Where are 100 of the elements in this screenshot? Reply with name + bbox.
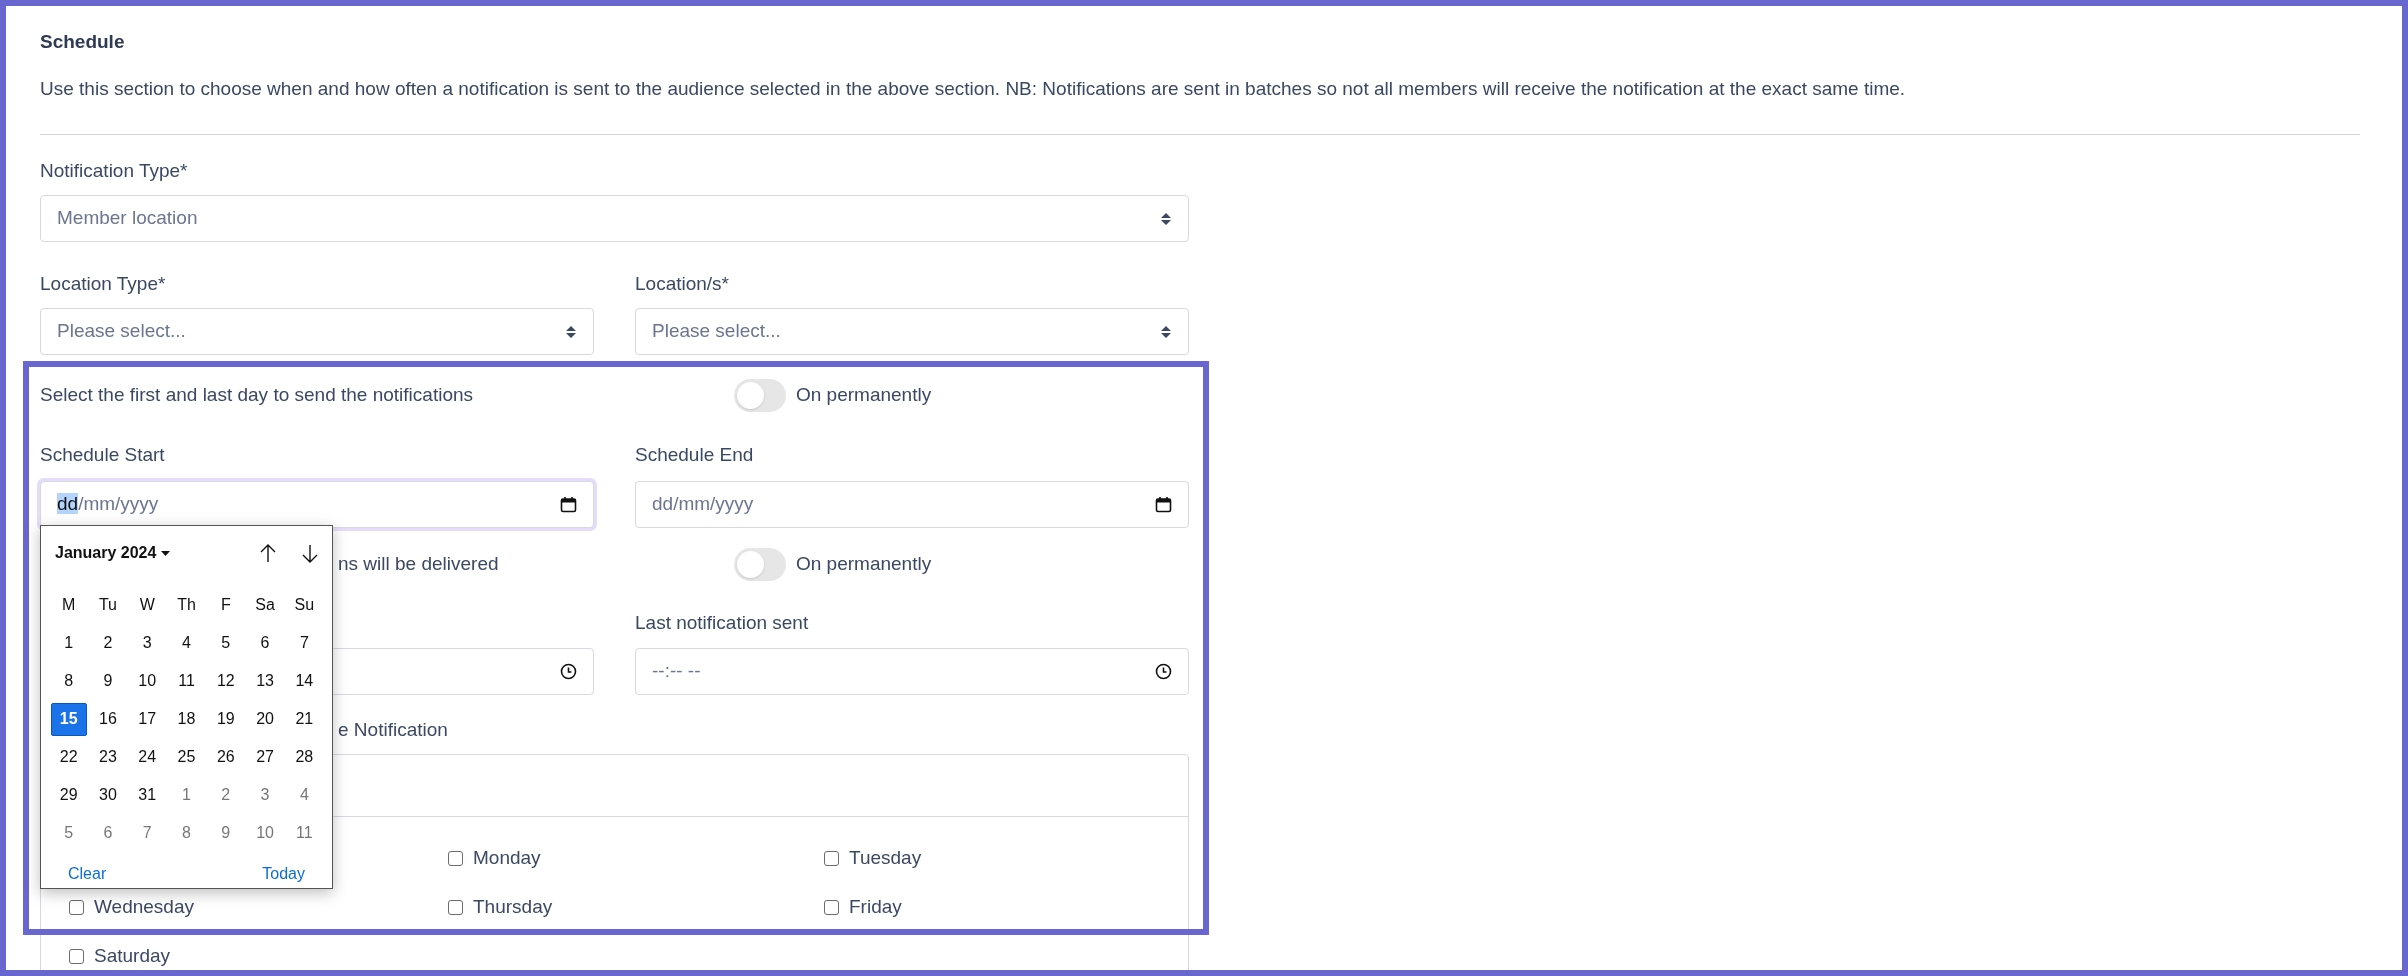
checkbox-label: Wednesday [94,894,194,919]
weekday-header: W [138,595,156,615]
field-label: Schedule End [635,443,755,467]
calendar-day[interactable]: 7 [129,816,166,850]
calendar-day[interactable]: 30 [89,778,126,812]
calendar-day[interactable]: 16 [89,702,126,736]
clock-icon[interactable] [560,663,577,680]
calendar-day[interactable]: 8 [50,664,87,698]
calendar-day[interactable]: 26 [207,740,244,774]
field-label: Location Type* [40,272,167,296]
weekday-header: Sa [254,595,276,615]
section-title: Schedule [40,30,126,54]
calendar-day[interactable]: 13 [247,664,284,698]
calendar-day[interactable]: 4 [286,778,323,812]
calendar-day[interactable]: 3 [247,778,284,812]
calendar-day[interactable]: 10 [247,816,284,850]
sort-arrows-icon [1160,323,1172,340]
calendar-day[interactable]: 1 [168,778,205,812]
toggle-switch[interactable] [734,378,786,412]
calendar-day[interactable]: 1 [50,626,87,660]
checkbox[interactable] [69,948,84,964]
toggle-label: On permanently [796,551,932,576]
calendar-day[interactable]: 27 [247,740,284,774]
calendar-day[interactable]: 7 [286,626,323,660]
calendar-day[interactable]: 28 [286,740,323,774]
field-label: Location/s* [635,272,730,296]
weekday-header: F [219,595,232,615]
calendar-icon[interactable] [560,496,577,513]
calendar-day[interactable]: 5 [207,626,244,660]
calendar-day[interactable]: 29 [50,778,87,812]
calendar-day[interactable]: 11 [286,816,323,850]
calendar-day[interactable]: 14 [286,664,323,698]
calendar-day[interactable]: 19 [207,702,244,736]
toggle-switch[interactable] [734,547,786,581]
checkbox[interactable] [448,899,463,915]
calendar-day[interactable]: 2 [207,778,244,812]
clear-link[interactable]: Clear [68,862,107,886]
today-link[interactable]: Today [262,862,305,886]
weekday-header: M [60,595,77,615]
weekday-header: Su [293,595,316,615]
up-arrow-icon[interactable] [258,542,278,564]
calendar-day[interactable]: 25 [168,740,205,774]
clock-icon[interactable] [1155,663,1172,680]
calendar-day[interactable]: 6 [247,626,284,660]
placeholder-text: Please select... [57,319,186,344]
calendar-day[interactable]: 17 [129,702,166,736]
weekday-header: Th [176,595,197,615]
calendar-day[interactable]: 20 [247,702,284,736]
checkbox-label: Saturday [94,943,171,968]
field-label: Last notification sent [635,611,810,635]
checkbox-label: Thursday [473,894,553,919]
sort-arrows-icon [1160,210,1172,227]
calendar-day[interactable]: 21 [286,702,323,736]
select-field[interactable]: Please select... [40,308,594,355]
calendar-day[interactable]: 15 [50,702,87,736]
checkbox[interactable] [448,850,463,866]
field-label: Notification Type* [40,159,189,183]
field-label: Schedule Start [40,443,166,467]
calendar-day[interactable]: 9 [207,816,244,850]
date-value: dd/mm/yyyy [57,492,159,517]
calendar-day[interactable]: 6 [89,816,126,850]
select-field[interactable]: Member location [40,195,1189,242]
calendar-day[interactable]: 4 [168,626,205,660]
calendar-day[interactable]: 22 [50,740,87,774]
calendar-day[interactable]: 23 [89,740,126,774]
month-dropdown[interactable]: January 2024 [55,541,171,565]
down-arrow-icon[interactable] [300,542,320,564]
calendar-day[interactable]: 11 [168,664,205,698]
select-field[interactable]: Please select... [635,308,1189,355]
toggle-label: On permanently [796,382,932,407]
select-value: Member location [57,206,198,231]
calendar-day[interactable]: 3 [129,626,166,660]
time-value: --:-- -- [652,659,701,684]
time-field[interactable]: --:-- -- [635,648,1189,695]
date-field[interactable]: dd/mm/yyyy [40,481,594,528]
weekday-header: Tu [97,595,118,615]
checkbox-label: Tuesday [849,845,922,870]
checkbox[interactable] [824,899,839,915]
section-description: Use this section to choose when and how often a notification is sent to the audience selected in the above section. NB: Notifications are sent in batches so not all members will receive the notification at the exact same time. [40,77,1907,101]
calendar-day[interactable]: 12 [207,664,244,698]
checkbox-label: Monday [473,845,541,870]
checkbox[interactable] [824,850,839,866]
calendar-day[interactable]: 9 [89,664,126,698]
date-field[interactable]: dd/mm/yyyy [635,481,1189,528]
calendar-day[interactable]: 5 [50,816,87,850]
calendar-day[interactable]: 10 [129,664,166,698]
checkbox-label: Friday [849,894,902,919]
calendar-day[interactable]: 24 [129,740,166,774]
sort-arrows-icon [565,323,577,340]
field-label: e Notification [338,719,448,740]
calendar-day[interactable]: 2 [89,626,126,660]
calendar-icon[interactable] [1155,496,1172,513]
caret-icon [161,550,171,556]
placeholder-text: Please select... [652,319,781,344]
calendar-day[interactable]: 31 [129,778,166,812]
instruction-text: ns will be delivered [338,552,499,574]
calendar-day[interactable]: 8 [168,816,205,850]
instruction-text: Select the first and last day to send the notifications [40,383,475,407]
checkbox[interactable] [69,899,84,915]
calendar-day[interactable]: 18 [168,702,205,736]
